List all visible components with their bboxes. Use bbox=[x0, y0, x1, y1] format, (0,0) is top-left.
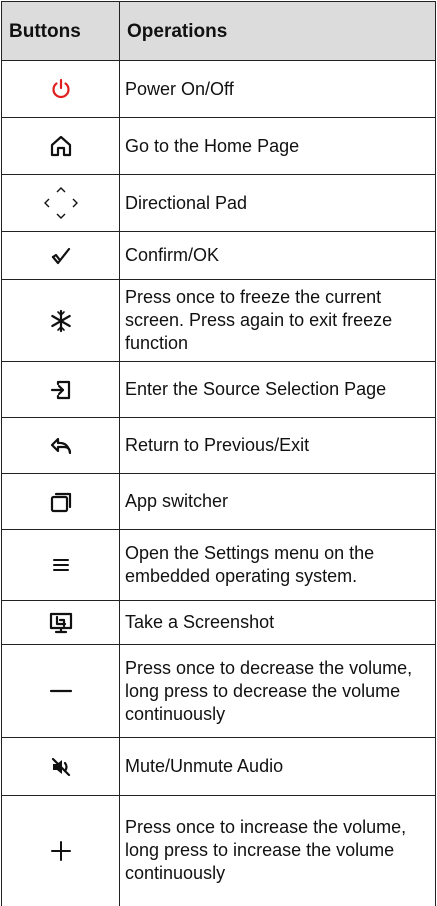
operation-text: Enter the Source Selection Page bbox=[119, 361, 436, 418]
operation-text: Press once to freeze the current screen.… bbox=[119, 279, 436, 362]
directional-pad-icon bbox=[43, 187, 78, 219]
power-icon bbox=[51, 78, 70, 99]
buttons-column-header: Buttons bbox=[1, 1, 120, 61]
screenshot-icon bbox=[49, 612, 72, 633]
table-row: App switcher bbox=[1, 473, 436, 530]
source-input-icon bbox=[50, 380, 70, 399]
operation-text: Take a Screenshot bbox=[119, 600, 436, 645]
home-icon bbox=[50, 135, 71, 157]
table-row: Return to Previous/Exit bbox=[1, 417, 436, 474]
operation-text: Confirm/OK bbox=[119, 231, 436, 280]
operation-text: App switcher bbox=[119, 473, 436, 530]
operations-column-header: Operations bbox=[119, 1, 436, 61]
app-switcher-icon bbox=[50, 492, 71, 512]
table-row: Take a Screenshot bbox=[1, 600, 436, 645]
operation-text: Mute/Unmute Audio bbox=[119, 737, 436, 796]
operation-text: Power On/Off bbox=[119, 60, 436, 118]
return-icon bbox=[50, 437, 71, 454]
operation-text: Press once to decrease the volume, long … bbox=[119, 644, 436, 738]
table-row: Press once to increase the volume, long … bbox=[1, 795, 436, 906]
table-row: Go to the Home Page bbox=[1, 117, 436, 175]
table-row: Press once to decrease the volume, long … bbox=[1, 644, 436, 738]
freeze-icon bbox=[50, 309, 71, 332]
operation-text: Open the Settings menu on the embedded o… bbox=[119, 529, 436, 601]
volume-down-icon bbox=[49, 689, 72, 693]
operation-text: Return to Previous/Exit bbox=[119, 417, 436, 474]
table-row: Directional Pad bbox=[1, 174, 436, 232]
table-row: Press once to freeze the current screen.… bbox=[1, 279, 436, 362]
confirm-check-icon bbox=[51, 247, 70, 264]
table-header-row: Buttons Operations bbox=[1, 1, 436, 61]
table-row: Power On/Off bbox=[1, 60, 436, 118]
remote-buttons-table: Buttons Operations Power On/Off Go to th… bbox=[1, 1, 436, 906]
mute-icon bbox=[51, 757, 70, 776]
settings-menu-icon bbox=[52, 559, 69, 571]
table-row: Mute/Unmute Audio bbox=[1, 737, 436, 796]
operation-text: Press once to increase the volume, long … bbox=[119, 795, 436, 906]
volume-up-icon bbox=[50, 840, 71, 861]
table-row: Confirm/OK bbox=[1, 231, 436, 280]
table-row: Open the Settings menu on the embedded o… bbox=[1, 529, 436, 601]
operation-text: Go to the Home Page bbox=[119, 117, 436, 175]
operation-text: Directional Pad bbox=[119, 174, 436, 232]
table-row: Enter the Source Selection Page bbox=[1, 361, 436, 418]
